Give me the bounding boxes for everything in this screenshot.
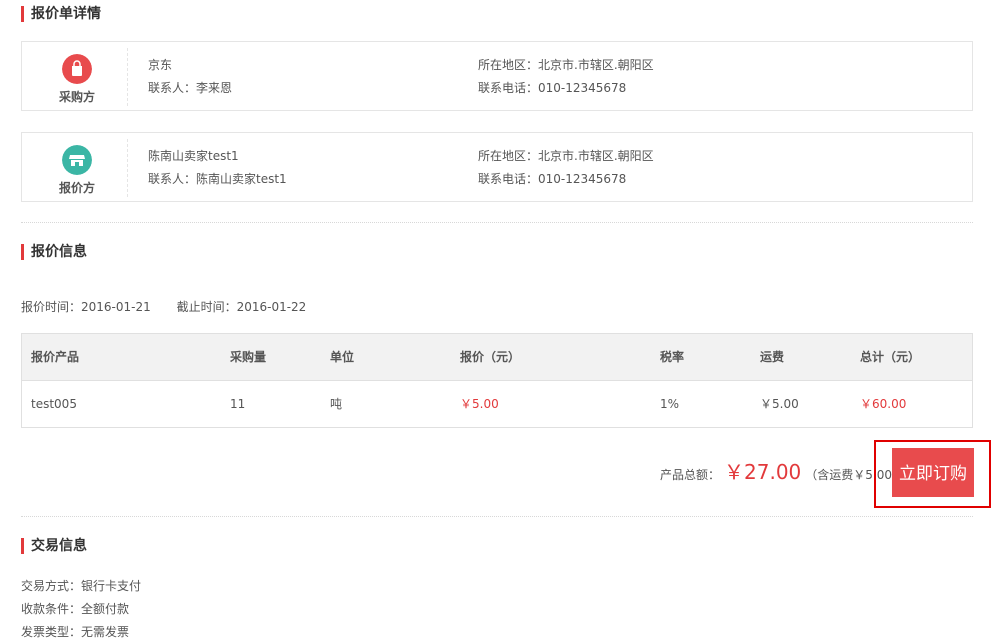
header-shipping: 运费 (760, 350, 785, 364)
cell-quantity: 11 (230, 397, 246, 411)
seller-company: 陈南山卖家test1 (148, 149, 239, 163)
quote-info-title: 报价信息 (21, 244, 87, 260)
seller-contact: 联系人：陈南山卖家test1 (148, 172, 287, 186)
product-table: 报价产品 采购量 单位 报价（元） 税率 运费 总计（元） test005 11… (21, 333, 973, 428)
buyer-company: 京东 (148, 58, 173, 72)
separator (21, 222, 973, 223)
seller-card: 报价方 陈南山卖家test1 联系人：陈南山卖家test1 所在地区：北京市.市… (21, 132, 973, 202)
cell-unit: 吨 (330, 397, 343, 411)
seller-region: 所在地区：北京市.市辖区.朝阳区 (478, 149, 654, 163)
shopping-bag-icon (62, 54, 92, 84)
header-quantity: 采购量 (230, 350, 267, 364)
seller-divider (127, 139, 128, 197)
payment-method: 交易方式：银行卡支付 (21, 579, 142, 593)
total-amount: ￥27.00 (724, 460, 802, 484)
storefront-icon (62, 145, 92, 175)
buyer-role-label: 采购方 (58, 90, 95, 104)
buyer-contact: 联系人：李来恩 (148, 81, 233, 95)
quote-time: 报价时间：2016-01-21 (21, 300, 151, 314)
header-product: 报价产品 (31, 350, 80, 364)
header-unit: 单位 (330, 350, 355, 364)
header-tax: 税率 (660, 350, 685, 364)
buyer-region: 所在地区：北京市.市辖区.朝阳区 (478, 58, 654, 72)
buyer-card: 采购方 京东 联系人：李来恩 所在地区：北京市.市辖区.朝阳区 联系电话：010… (21, 41, 973, 111)
cell-shipping: ￥5.00 (760, 397, 799, 411)
buyer-role: 采购方 (22, 42, 128, 110)
table-header: 报价产品 采购量 单位 报价（元） 税率 运费 总计（元） (22, 334, 972, 381)
table-row: test005 11 吨 ￥5.00 1% ￥5.00 ￥60.00 (22, 381, 972, 428)
total-summary: 产品总额： ￥27.00 （含运费￥5.00） (660, 460, 904, 484)
cell-total: ￥60.00 (860, 397, 907, 411)
buyer-phone: 联系电话：010-12345678 (478, 81, 627, 95)
header-total: 总计（元） (860, 350, 921, 364)
deadline-time: 截止时间：2016-01-22 (176, 300, 307, 314)
quote-detail-title: 报价单详情 (21, 6, 101, 22)
cell-price: ￥5.00 (460, 397, 499, 411)
seller-phone: 联系电话：010-12345678 (478, 172, 627, 186)
order-now-button[interactable]: 立即订购 (892, 448, 974, 497)
separator (21, 516, 973, 517)
quote-times: 报价时间：2016-01-21 截止时间：2016-01-22 (21, 298, 306, 315)
header-price: 报价（元） (460, 350, 521, 364)
cell-tax: 1% (660, 397, 680, 411)
trade-info-title: 交易信息 (21, 538, 87, 554)
total-label: 产品总额： (660, 468, 721, 482)
seller-role: 报价方 (22, 133, 128, 201)
invoice-type: 发票类型：无需发票 (21, 625, 130, 639)
cell-product: test005 (31, 397, 77, 411)
payment-terms: 收款条件：全额付款 (21, 602, 130, 616)
seller-role-label: 报价方 (58, 181, 95, 195)
buyer-divider (127, 48, 128, 106)
